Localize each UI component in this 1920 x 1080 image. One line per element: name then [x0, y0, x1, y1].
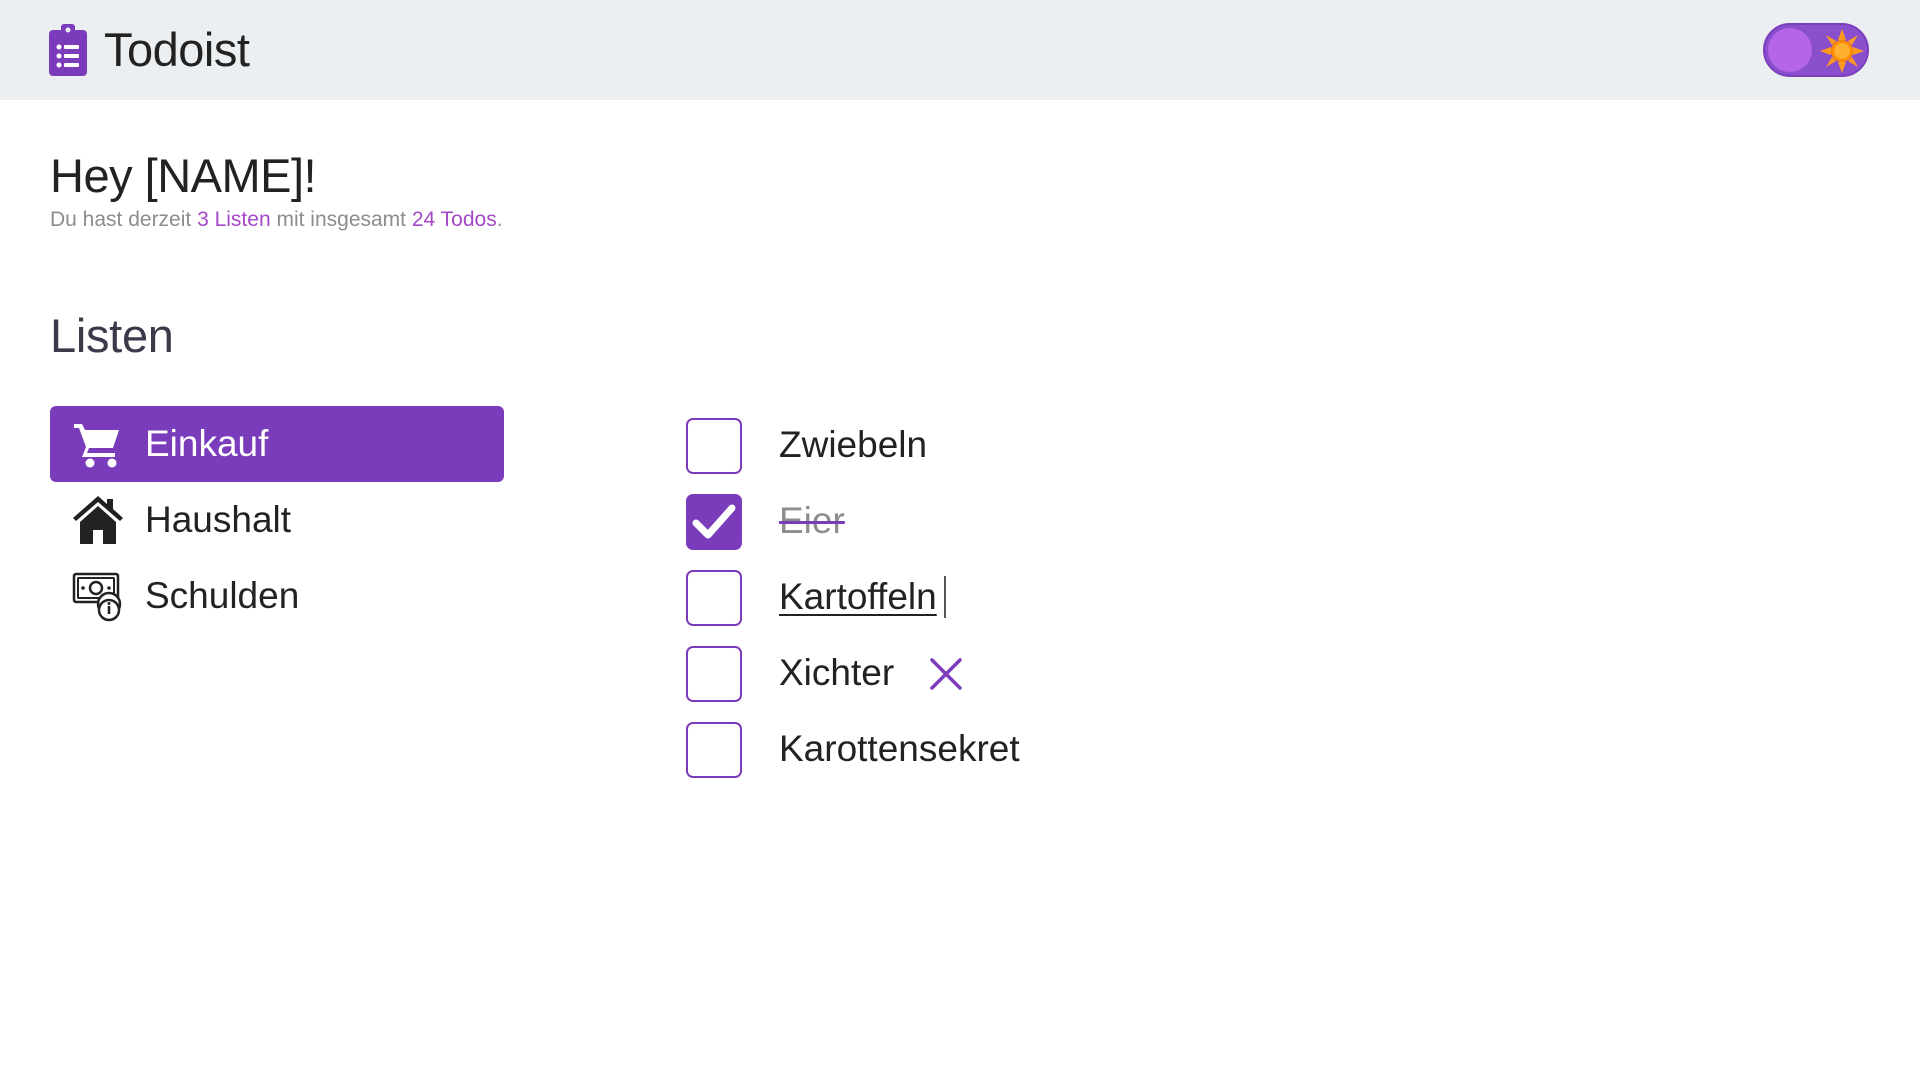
- summary-text: Du hast derzeit 3 Listen mit insgesamt 2…: [50, 206, 503, 234]
- clipboard-list-icon: [49, 24, 87, 76]
- todo-checkbox[interactable]: [686, 418, 742, 474]
- text-caret: [944, 576, 946, 618]
- summary-suffix: .: [496, 208, 503, 231]
- list-item-label: Schulden: [145, 575, 300, 616]
- summary-prefix: Du hast derzeit: [50, 208, 198, 231]
- theme-toggle[interactable]: [1763, 23, 1869, 77]
- todo-item: Zwiebeln: [686, 416, 1386, 492]
- todo-text[interactable]: Karottensekret: [779, 726, 1020, 772]
- todo-text[interactable]: Eier: [779, 498, 845, 544]
- todo-text[interactable]: Zwiebeln: [779, 422, 927, 468]
- sun-icon: [1820, 29, 1864, 73]
- list-nav: Einkauf Haushalt Schulden: [50, 406, 504, 634]
- todo-item: Karottensekret: [686, 720, 1386, 796]
- shopping-cart-icon: [74, 424, 119, 468]
- summary-middle: mit insgesamt: [270, 208, 412, 231]
- list-item-label: Haushalt: [145, 499, 292, 540]
- todo-item: Xichter: [686, 644, 1386, 720]
- checkmark-icon: [692, 504, 736, 539]
- todo-checkbox[interactable]: [686, 494, 742, 550]
- todo-checkbox[interactable]: [686, 722, 742, 778]
- list-item-einkauf[interactable]: Einkauf: [50, 406, 504, 482]
- todo-checkbox[interactable]: [686, 570, 742, 626]
- todo-text[interactable]: Xichter: [779, 650, 894, 696]
- todo-item: Kartoffeln: [686, 568, 1386, 644]
- todo-item: Eier: [686, 492, 1386, 568]
- list-item-label: Einkauf: [145, 423, 269, 464]
- list-item-haushalt[interactable]: Haushalt: [50, 482, 504, 558]
- close-icon[interactable]: [928, 656, 964, 692]
- todo-checkbox[interactable]: [686, 646, 742, 702]
- lists-section-title: Listen: [50, 309, 174, 362]
- todo-count-link: 24 Todos: [411, 208, 497, 231]
- app-title: Todoist: [104, 23, 250, 76]
- house-icon: [73, 496, 123, 544]
- money-bill-icon: [72, 572, 122, 622]
- todo-list: Zwiebeln Eier Kartoffeln Xichter Karotte…: [686, 416, 1386, 796]
- todo-text-input[interactable]: Kartoffeln: [779, 574, 937, 620]
- list-item-schulden[interactable]: Schulden: [50, 558, 504, 634]
- toggle-knob: [1768, 28, 1812, 72]
- app-header: Todoist: [0, 0, 1920, 100]
- list-count-link: 3 Listen: [197, 208, 271, 231]
- greeting-title: Hey [NAME]!: [50, 149, 317, 202]
